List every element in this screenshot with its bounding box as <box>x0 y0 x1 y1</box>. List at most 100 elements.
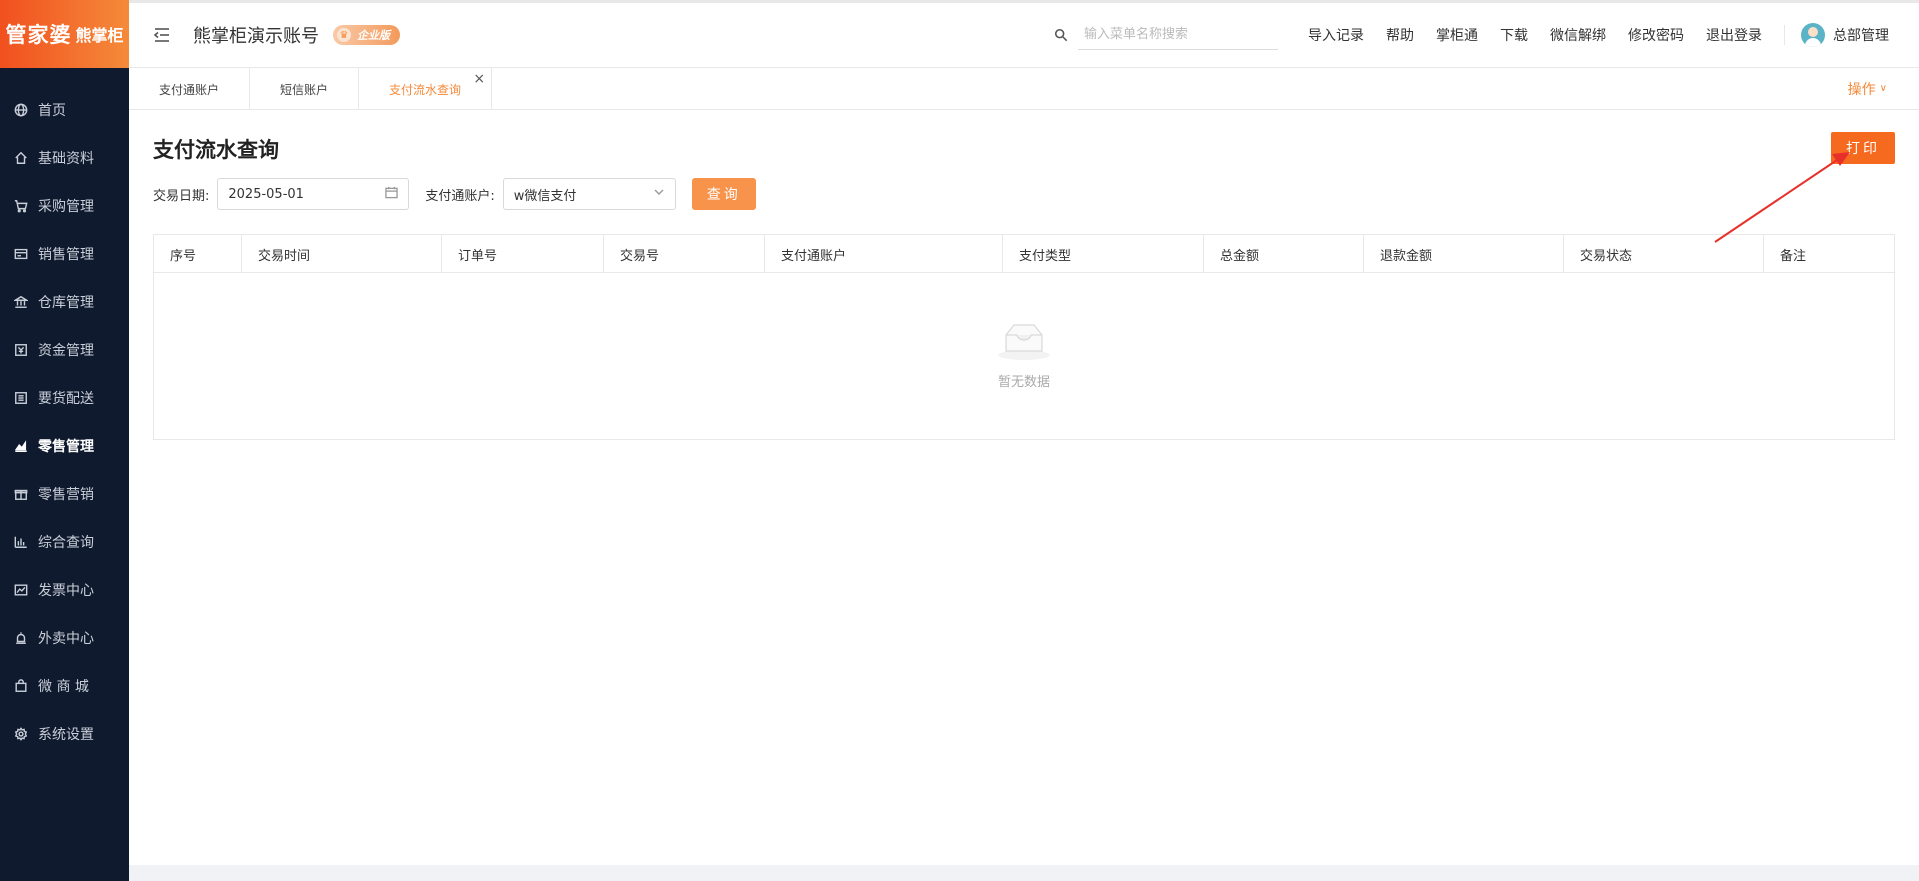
tab-sms-account[interactable]: 短信账户 <box>250 68 360 110</box>
zhangguitong-link[interactable]: 掌柜通 <box>1436 25 1478 45</box>
search-input[interactable] <box>1078 20 1278 50</box>
sidebar-item-label: 采购管理 <box>38 199 94 215</box>
bottom-bar <box>129 865 1919 881</box>
query-button[interactable]: 查询 <box>691 178 756 210</box>
operations-dropdown[interactable]: 操作 ∨ <box>1848 68 1887 109</box>
sidebar-item-label: 要货配送 <box>38 391 94 407</box>
bell-icon <box>14 631 28 645</box>
gift-icon <box>14 487 28 501</box>
sidebar-item-label: 资金管理 <box>38 343 94 359</box>
user-menu[interactable]: 总部管理 <box>1801 23 1889 47</box>
sidebar-item-basic-data[interactable]: 基础资料 <box>0 134 129 182</box>
column-header[interactable]: 备注 <box>1764 235 1894 273</box>
edition-badge: ♛ 企业版 <box>333 25 400 45</box>
operations-label: 操作 <box>1847 81 1876 98</box>
sidebar-item-warehouse[interactable]: 仓库管理 <box>0 278 129 326</box>
sidebar-item-invoice[interactable]: 发票中心 <box>0 566 129 614</box>
column-header[interactable]: 支付类型 <box>1003 235 1204 273</box>
card-icon <box>14 247 28 261</box>
date-picker[interactable]: 2025-05-01 <box>217 178 410 210</box>
sidebar-item-retail-marketing[interactable]: 零售营销 <box>0 470 129 518</box>
tab-label: 支付通账户 <box>159 82 220 97</box>
column-header[interactable]: 支付通账户 <box>765 235 1003 273</box>
sidebar-item-label: 微 商 城 <box>38 679 89 695</box>
app-logo[interactable]: 管家婆 熊掌柜 <box>0 0 129 68</box>
page-title: 支付流水查询 <box>153 138 279 162</box>
sidebar-item-label: 系统设置 <box>38 727 94 743</box>
sidebar-item-takeaway[interactable]: 外卖中心 <box>0 614 129 662</box>
empty-inbox-icon <box>996 319 1052 365</box>
column-header[interactable]: 交易状态 <box>1564 235 1764 273</box>
gear-icon <box>14 727 28 741</box>
column-header[interactable]: 退款金额 <box>1364 235 1564 273</box>
bank-icon <box>14 295 28 309</box>
column-header[interactable]: 交易号 <box>604 235 765 273</box>
sidebar-item-retail[interactable]: 零售管理 <box>0 422 129 470</box>
sidebar-item-home[interactable]: 首页 <box>0 86 129 134</box>
avatar <box>1801 23 1825 47</box>
payment-flow-table: 序号 交易时间 订单号 交易号 支付通账户 支付类型 总金额 退款金额 交易状态… <box>153 234 1895 440</box>
page-tabs: 支付通账户 短信账户 支付流水查询 × 操作 ∨ <box>129 68 1919 110</box>
account-select[interactable]: w微信支付 <box>502 178 676 210</box>
account-name: 熊掌柜演示账号 <box>193 26 319 47</box>
sidebar-item-label: 首页 <box>38 103 66 119</box>
change-password-link[interactable]: 修改密码 <box>1628 25 1684 45</box>
sidebar-item-label: 外卖中心 <box>38 631 94 647</box>
header-right: 导入记录 帮助 掌柜通 下载 微信解绑 修改密码 退出登录 总部管理 <box>1054 3 1919 67</box>
sidebar-item-query[interactable]: 综合查询 <box>0 518 129 566</box>
download-link[interactable]: 下载 <box>1500 25 1528 45</box>
wechat-unbind-link[interactable]: 微信解绑 <box>1550 25 1606 45</box>
sidebar-item-delivery[interactable]: 要货配送 <box>0 374 129 422</box>
column-header[interactable]: 交易时间 <box>242 235 442 273</box>
sidebar-item-settings[interactable]: 系统设置 <box>0 710 129 758</box>
tab-payment-flow-query[interactable]: 支付流水查询 × <box>359 68 493 110</box>
sidebar: 管家婆 熊掌柜 首页 基础资料 采购管理 销售管理 仓库管理 资金管理 要货配送… <box>0 0 129 881</box>
account-label: 支付通账户: <box>425 188 495 204</box>
date-label: 交易日期: <box>153 188 210 204</box>
sidebar-item-purchase[interactable]: 采购管理 <box>0 182 129 230</box>
tab-label: 支付流水查询 <box>389 82 462 97</box>
print-button[interactable]: 打印 <box>1831 132 1895 164</box>
import-records-link[interactable]: 导入记录 <box>1308 25 1364 45</box>
search-icon[interactable] <box>1054 28 1068 42</box>
area-chart-icon <box>14 439 28 453</box>
empty-state: 暂无数据 <box>154 319 1894 390</box>
help-link[interactable]: 帮助 <box>1386 25 1414 45</box>
tab-payment-account[interactable]: 支付通账户 <box>129 68 251 110</box>
list-icon <box>14 391 28 405</box>
chevron-down-icon <box>653 186 665 202</box>
sidebar-item-mall[interactable]: 微 商 城 <box>0 662 129 710</box>
filter-bar: 交易日期: 2025-05-01 支付通账户: w微信支付 查询 <box>153 178 756 210</box>
sidebar-item-label: 发票中心 <box>38 583 94 599</box>
top-header: 熊掌柜演示账号 ♛ 企业版 导入记录 帮助 掌柜通 下载 微信解绑 修改密码 退… <box>129 0 1919 68</box>
sidebar-item-label: 零售管理 <box>38 439 94 455</box>
account-select-value: w微信支付 <box>513 188 577 204</box>
column-header[interactable]: 总金额 <box>1204 235 1364 273</box>
tab-label: 短信账户 <box>280 82 329 97</box>
logout-link[interactable]: 退出登录 <box>1706 25 1762 45</box>
line-chart-icon <box>14 583 28 597</box>
sidebar-item-sales[interactable]: 销售管理 <box>0 230 129 278</box>
table-header: 序号 交易时间 订单号 交易号 支付通账户 支付类型 总金额 退款金额 交易状态… <box>154 235 1894 273</box>
logo-main-text: 管家婆 <box>5 23 72 47</box>
menu-search <box>1054 20 1278 50</box>
main-content: 支付流水查询 打印 交易日期: 2025-05-01 支付通账户: w微信支付 … <box>129 110 1919 865</box>
menu-fold-icon[interactable] <box>153 26 171 44</box>
column-header[interactable]: 序号 <box>154 235 242 273</box>
chevron-down-icon: ∨ <box>1879 83 1887 94</box>
home-icon <box>14 151 28 165</box>
column-header[interactable]: 订单号 <box>442 235 604 273</box>
sidebar-item-label: 销售管理 <box>38 247 94 263</box>
sidebar-item-funds[interactable]: 资金管理 <box>0 326 129 374</box>
bag-icon <box>14 679 28 693</box>
header-divider <box>1784 25 1785 45</box>
sidebar-item-label: 仓库管理 <box>38 295 94 311</box>
sidebar-item-label: 综合查询 <box>38 535 94 551</box>
close-icon[interactable]: × <box>473 71 485 87</box>
date-value: 2025-05-01 <box>228 186 304 202</box>
edition-badge-label: 企业版 <box>357 29 390 42</box>
cart-icon <box>14 199 28 213</box>
user-name: 总部管理 <box>1833 28 1889 44</box>
crown-icon: ♛ <box>337 28 351 42</box>
bar-chart-icon <box>14 535 28 549</box>
